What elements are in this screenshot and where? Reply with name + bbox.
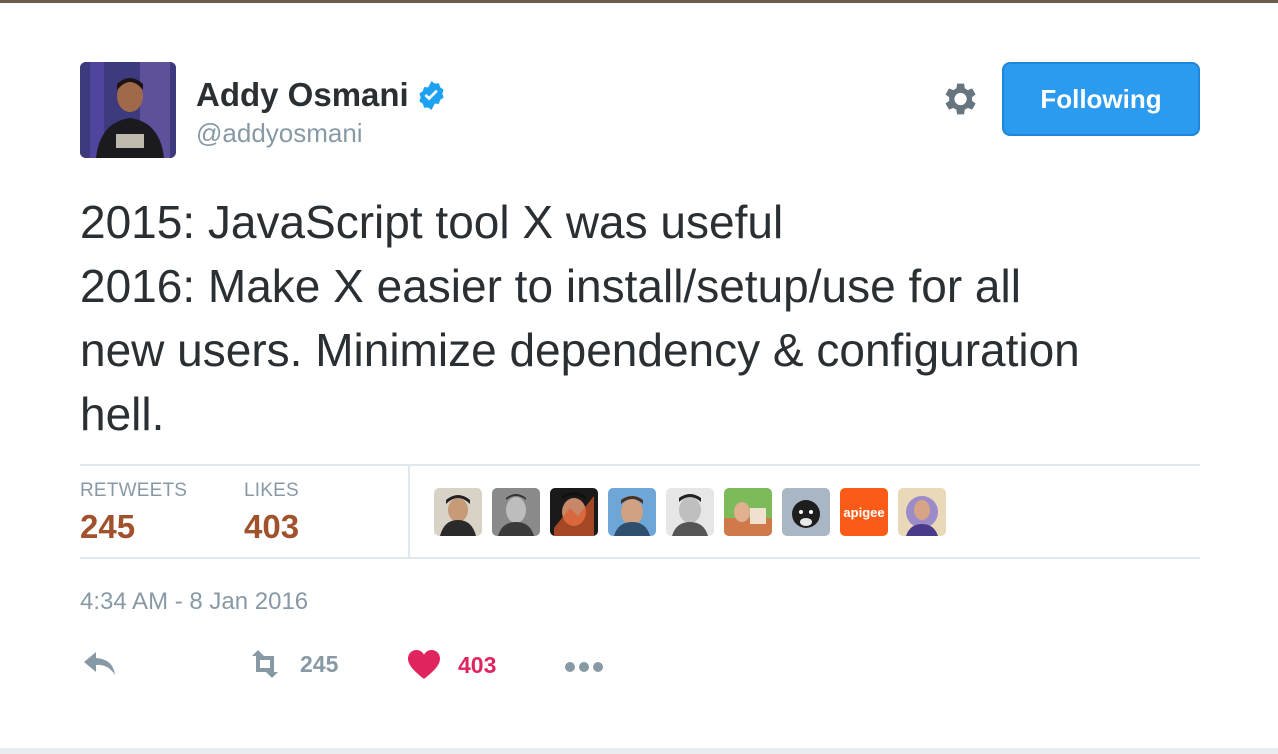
like-button[interactable]: 403 [408, 650, 496, 680]
liker-avatar-6[interactable] [724, 488, 772, 536]
author-name-text[interactable]: Addy Osmani [196, 76, 409, 114]
liker-avatar-2[interactable] [492, 488, 540, 536]
author-handle[interactable]: @addyosmani [196, 118, 363, 149]
retweets-count: 245 [80, 508, 136, 545]
retweet-count: 245 [300, 650, 339, 677]
divider [80, 557, 1200, 559]
gear-icon[interactable] [938, 78, 980, 120]
liker-avatar-9[interactable] [898, 488, 946, 536]
liker-avatar-1[interactable] [434, 488, 482, 536]
retweet-button[interactable]: 245 [244, 650, 338, 678]
divider [408, 466, 410, 557]
like-count: 403 [458, 651, 497, 678]
tweet-line: hell. [80, 388, 165, 440]
tweet-text: 2015: JavaScript tool X was useful 2016:… [80, 190, 1210, 446]
liker-avatar-3[interactable] [550, 488, 598, 536]
bottom-border [0, 748, 1278, 754]
retweets-stat[interactable]: RETWEETS 245 [80, 480, 187, 546]
divider [80, 464, 1200, 466]
tweet-line: new users. Minimize dependency & configu… [80, 324, 1080, 376]
liker-avatar-4[interactable] [608, 488, 656, 536]
retweets-label: RETWEETS [80, 480, 188, 501]
likes-label: LIKES [244, 480, 299, 501]
following-button[interactable]: Following [1002, 62, 1200, 136]
retweet-icon [252, 650, 278, 678]
heart-icon [408, 650, 440, 679]
verified-badge-icon [419, 80, 444, 110]
more-icon [565, 662, 603, 672]
liker-avatar-apigee[interactable]: apigee [840, 488, 888, 536]
tweet-line: 2016: Make X easier to install/setup/use… [80, 260, 1021, 312]
author-avatar[interactable] [80, 62, 176, 158]
tweet-timestamp[interactable]: 4:34 AM - 8 Jan 2016 [80, 588, 308, 616]
more-button[interactable] [564, 660, 604, 674]
likes-stat[interactable]: LIKES 403 [244, 480, 299, 546]
tweet-line: 2015: JavaScript tool X was useful [80, 196, 784, 248]
top-border [0, 0, 1278, 3]
liker-avatar-7[interactable] [782, 488, 830, 536]
liker-avatar-5[interactable] [666, 488, 714, 536]
author-name[interactable]: Addy Osmani [196, 76, 448, 114]
reply-icon [84, 652, 115, 675]
liker-avatars: apigee [434, 488, 946, 536]
likes-count: 403 [244, 508, 300, 545]
reply-button[interactable] [82, 650, 118, 678]
